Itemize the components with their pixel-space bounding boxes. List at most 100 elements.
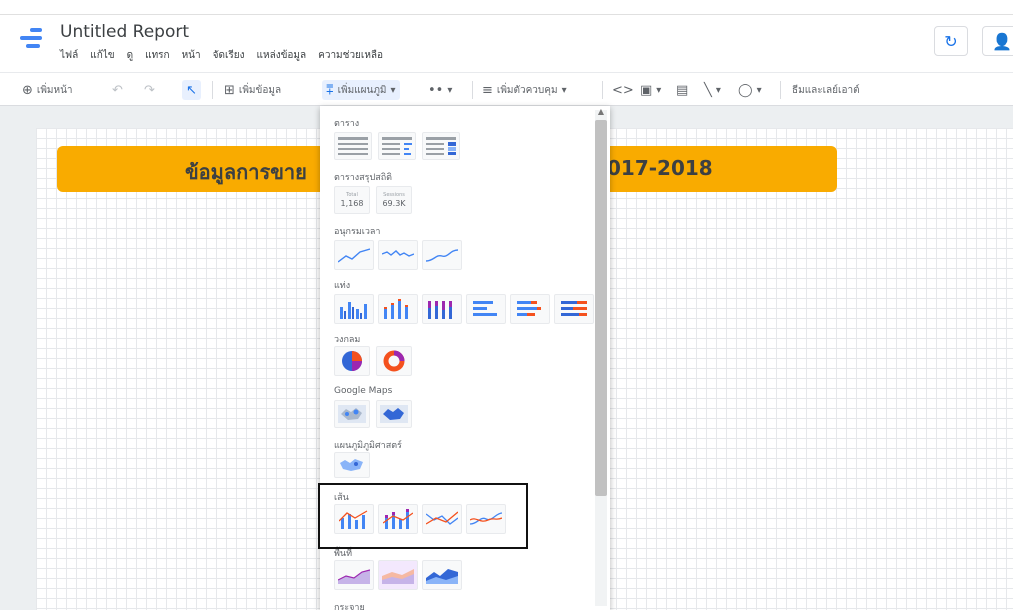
text-button[interactable]: ▤ [676, 80, 688, 100]
app-header: Untitled Report ไฟล์ แก้ไข ดู แทรก หน้า … [0, 0, 1013, 72]
chart-option-column[interactable] [334, 294, 374, 324]
chevron-down-icon: ▾ [561, 84, 567, 96]
section-scatter-label: กระจาย [334, 603, 365, 610]
add-page-label: เพิ่มหน้า [36, 84, 73, 96]
chevron-down-icon: ▾ [447, 84, 453, 96]
scorecard-compact-preview: Sessions 69.3K [382, 191, 406, 208]
shape-icon: ◯ [738, 82, 753, 98]
scrollbar-thumb[interactable] [595, 120, 607, 496]
shape-button[interactable]: ◯ ▾ [738, 80, 762, 100]
timeseries-icon [338, 248, 370, 263]
chart-option-stacked-column[interactable] [378, 294, 418, 324]
column-chart-icon [340, 302, 367, 319]
geo-chart-icon [340, 459, 363, 471]
chart-option-filled-map[interactable] [376, 400, 412, 428]
undo-button[interactable]: ↶ [112, 80, 123, 100]
toolbar-divider [780, 81, 781, 99]
chart-option-timeseries[interactable] [334, 240, 374, 270]
theme-layout-label: ธีมและเลย์เอาต์ [792, 84, 860, 96]
add-chart-button[interactable]: ⩱ เพิ่มแผนภูมิ ▾ [322, 80, 400, 100]
cursor-icon: ↖ [186, 82, 197, 98]
chart-option-donut[interactable] [376, 346, 412, 376]
scroll-up-icon[interactable]: ▲ [598, 107, 604, 116]
menu-arrange[interactable]: จัดเรียง [213, 48, 245, 63]
toolbar-divider [472, 81, 473, 99]
section-scorecard-label: ตารางสรุปสถิติ [334, 173, 393, 183]
menu-resource[interactable]: แหล่งข้อมูล [257, 48, 307, 63]
section-geo-label: แผนภูมิภูมิศาสตร์ [334, 441, 402, 451]
report-title[interactable]: Untitled Report [60, 22, 189, 42]
chart-option-100-stacked-column[interactable] [422, 294, 462, 324]
section-google-maps-label: Google Maps [334, 386, 393, 396]
add-page-button[interactable]: ⊕ เพิ่มหน้า [22, 80, 73, 100]
add-data-button[interactable]: ⊞ เพิ่มข้อมูล [224, 80, 281, 100]
chart-option-table[interactable] [334, 132, 372, 160]
undo-icon: ↶ [112, 82, 123, 98]
toolbar: ⊕ เพิ่มหน้า ↶ ↷ ↖ ⊞ เพิ่มข้อมูล ⩱ เพิ่มแ… [0, 72, 1013, 106]
refresh-icon: ↻ [944, 31, 958, 51]
chart-option-scorecard-compact[interactable]: Sessions 69.3K [376, 186, 412, 214]
chart-option-stacked-bar[interactable] [510, 294, 550, 324]
refresh-button[interactable]: ↻ [934, 26, 968, 56]
data-studio-logo-icon[interactable] [20, 28, 46, 52]
section-table-label: ตาราง [334, 119, 360, 129]
redo-button[interactable]: ↷ [144, 80, 155, 100]
chart-option-bar[interactable] [466, 294, 506, 324]
banner-title-right: 017-2018 [607, 156, 713, 180]
sparkline-icon [382, 250, 414, 257]
line-button[interactable]: ╲ ▾ [704, 80, 721, 100]
menu-bar: ไฟล์ แก้ไข ดู แทรก หน้า จัดเรียง แหล่งข้… [60, 48, 383, 63]
share-button[interactable]: 👤 [982, 26, 1013, 56]
banner-title-left: ข้อมูลการขาย [185, 160, 307, 184]
chevron-down-icon: ▾ [656, 84, 662, 96]
toolbar-divider [602, 81, 603, 99]
add-control-label: เพิ่มตัวควบคุม [496, 84, 558, 96]
percent-stacked-bar-icon [561, 301, 587, 316]
table-bars-icon [382, 137, 412, 155]
image-icon: ▣ [640, 82, 653, 98]
chart-option-bubble-map[interactable] [334, 400, 370, 428]
menu-page[interactable]: หน้า [182, 48, 201, 63]
toolbar-divider [212, 81, 213, 99]
menu-insert[interactable]: แทรก [145, 48, 169, 63]
chart-option-table-bars[interactable] [378, 132, 416, 160]
section-timeseries-label: อนุกรมเวลา [334, 227, 381, 237]
theme-layout-button[interactable]: ธีมและเลย์เอาต์ [792, 80, 860, 100]
chart-option-table-heatmap[interactable] [422, 132, 460, 160]
chart-option-stacked-area[interactable] [378, 560, 418, 590]
menu-view[interactable]: ดู [127, 48, 134, 63]
select-tool-button[interactable]: ↖ [182, 80, 201, 100]
chart-option-sparkline[interactable] [378, 240, 418, 270]
table-icon [338, 137, 368, 155]
bar-chart-icon [473, 301, 497, 316]
donut-chart-icon [383, 350, 405, 372]
text-box-icon: ▤ [676, 82, 689, 98]
percent-stacked-area-icon [426, 569, 458, 584]
add-data-icon: ⊞ [224, 82, 235, 98]
line-section-highlight [318, 483, 528, 549]
community-viz-button[interactable]: •• ▾ [428, 80, 452, 100]
chevron-down-icon: ▾ [715, 84, 721, 96]
embed-button[interactable]: <> [612, 80, 634, 100]
smoothed-timeseries-icon [426, 249, 458, 262]
percent-stacked-column-icon [428, 301, 452, 319]
add-chart-icon: ⩱ [326, 82, 334, 98]
top-divider [0, 14, 1013, 15]
menu-edit[interactable]: แก้ไข [90, 48, 114, 63]
menu-file[interactable]: ไฟล์ [60, 48, 78, 63]
add-chart-label: เพิ่มแผนภูมิ [337, 84, 387, 96]
chart-option-pie[interactable] [334, 346, 370, 376]
chart-option-100-stacked-area[interactable] [422, 560, 462, 590]
line-icon: ╲ [704, 82, 712, 98]
chart-option-100-stacked-bar[interactable] [554, 294, 594, 324]
chart-option-scorecard[interactable]: Total 1,168 [334, 186, 370, 214]
image-button[interactable]: ▣ ▾ [640, 80, 661, 100]
code-icon: <> [612, 82, 634, 98]
add-control-button[interactable]: ≡ เพิ่มตัวควบคุม ▾ [482, 80, 567, 100]
chart-option-smoothed-timeseries[interactable] [422, 240, 462, 270]
share-person-icon: 👤 [992, 31, 1012, 51]
chart-option-area[interactable] [334, 560, 374, 590]
redo-icon: ↷ [144, 82, 155, 98]
chart-option-geo[interactable] [334, 452, 370, 478]
menu-help[interactable]: ความช่วยเหลือ [318, 48, 383, 63]
